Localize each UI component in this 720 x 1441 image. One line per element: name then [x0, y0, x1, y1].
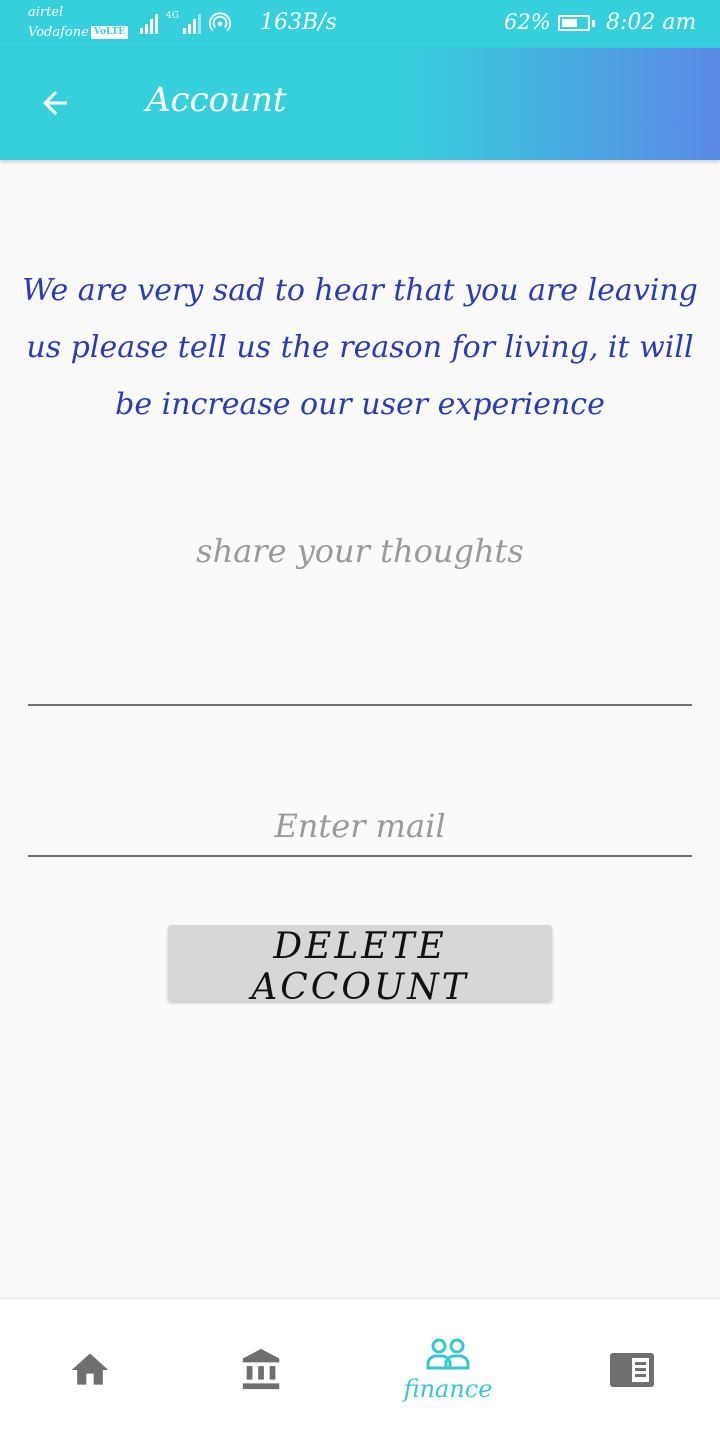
- battery-level-fill: [562, 19, 577, 27]
- network-type-label: 4G: [166, 11, 179, 21]
- carrier-name-secondary: Vodafone VoLTE: [28, 23, 129, 43]
- bank-icon: [242, 1348, 280, 1390]
- signal-indicators: 4G: [140, 12, 231, 34]
- carrier-name-primary: airtel: [28, 5, 64, 20]
- farewell-message: We are very sad to hear that you are lea…: [0, 262, 720, 433]
- arrow-left-icon: [43, 91, 67, 115]
- bottom-navigation: finance: [0, 1298, 720, 1441]
- volte-badge: VoLTE: [90, 26, 129, 39]
- app-bar: Account: [0, 48, 720, 160]
- page-title: Account: [146, 80, 287, 120]
- network-speed: 163B/s: [260, 10, 337, 35]
- nav-item-home[interactable]: [0, 1299, 180, 1441]
- feedback-field: [28, 520, 692, 706]
- battery-icon: [558, 15, 590, 31]
- message-line: us please tell us the reason for living,…: [26, 330, 694, 365]
- delete-account-button[interactable]: DELETE ACCOUNT: [168, 925, 552, 1008]
- signal-strength-icon-2: 4G: [166, 12, 201, 34]
- message-line: We are very sad to hear that you are lea…: [22, 273, 698, 308]
- battery-nub: [592, 20, 595, 27]
- email-input[interactable]: [28, 800, 692, 852]
- carrier-info: airtel Vodafone VoLTE: [28, 3, 129, 43]
- nav-item-news[interactable]: [542, 1299, 720, 1441]
- carrier-2-label: Vodafone: [28, 25, 89, 40]
- hotspot-icon: [208, 12, 231, 31]
- message-line: be increase our user experience: [115, 387, 605, 422]
- news-icon: [610, 1353, 654, 1387]
- nav-item-bank[interactable]: [172, 1299, 352, 1441]
- home-icon: [71, 1353, 109, 1385]
- nav-item-finance[interactable]: finance: [358, 1299, 538, 1441]
- email-field: [28, 800, 692, 857]
- status-clock: 8:02 am: [606, 10, 697, 35]
- nav-label-finance: finance: [403, 1375, 493, 1403]
- status-bar: airtel Vodafone VoLTE 4G 163B/s 62% 8:02 …: [0, 0, 720, 48]
- feedback-input[interactable]: [28, 520, 692, 582]
- people-icon: [426, 1338, 470, 1370]
- signal-strength-icon: [140, 12, 158, 34]
- battery-percent: 62%: [504, 10, 551, 34]
- back-button[interactable]: [30, 78, 80, 128]
